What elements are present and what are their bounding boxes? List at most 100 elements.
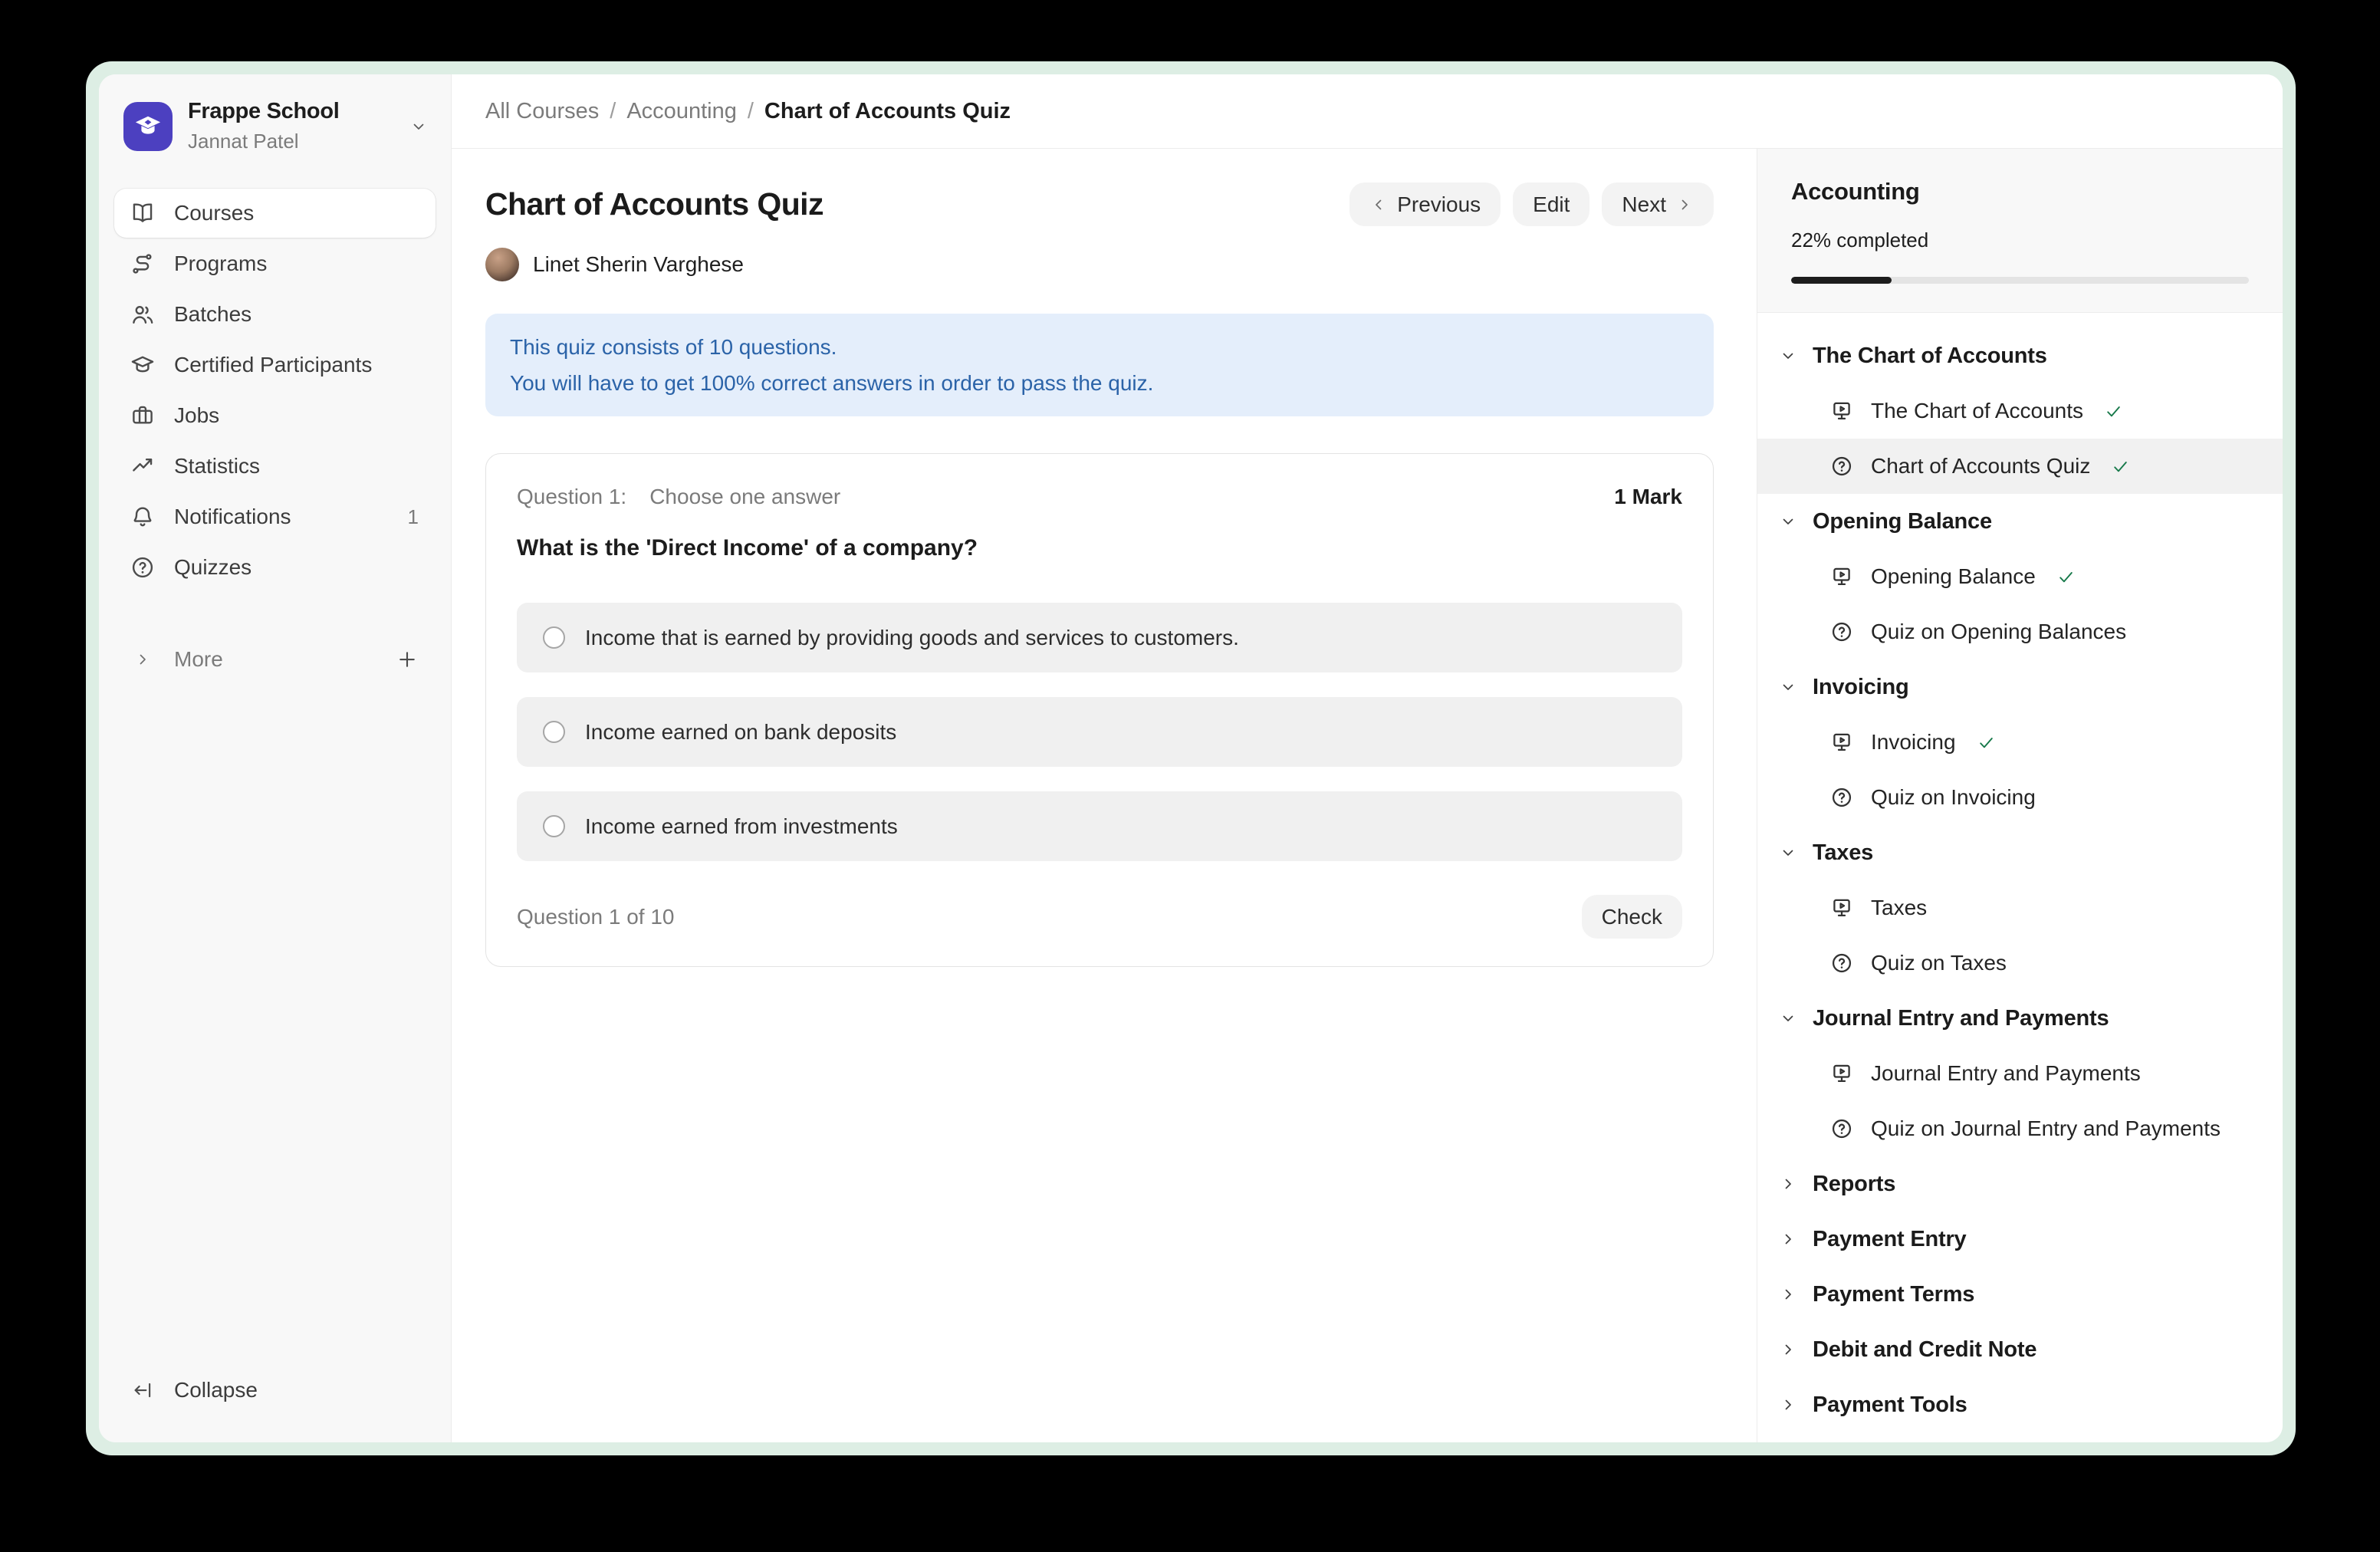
radio-button[interactable] — [543, 721, 565, 743]
user-name: Jannat Patel — [188, 130, 394, 153]
collapse-label: Collapse — [174, 1378, 258, 1402]
sidebar-item-courses[interactable]: Courses — [114, 189, 436, 238]
chevron-down-icon — [409, 117, 428, 136]
previous-button[interactable]: Previous — [1349, 182, 1501, 226]
sidebar-item-jobs[interactable]: Jobs — [114, 391, 436, 440]
sidebar-item-certified-participants[interactable]: Certified Participants — [114, 340, 436, 390]
edit-button[interactable]: Edit — [1513, 182, 1589, 226]
bell-icon — [130, 504, 156, 530]
radio-button[interactable] — [543, 626, 565, 649]
check-icon — [2110, 456, 2131, 477]
outline-section-payment-entry[interactable]: Payment Entry — [1757, 1212, 2283, 1267]
course-outline-panel: Accounting 22% completed The Chart of Ac… — [1757, 149, 2283, 1442]
sidebar-item-quizzes[interactable]: Quizzes — [114, 543, 436, 592]
outline-item-label: Quiz on Taxes — [1871, 951, 2007, 975]
answer-option-3[interactable]: Income earned from investments — [517, 791, 1682, 861]
quiz-icon — [1829, 1116, 1854, 1141]
breadcrumb-link-accounting[interactable]: Accounting — [626, 99, 737, 124]
outline-item-the-chart-of-accounts[interactable]: The Chart of Accounts — [1757, 383, 2283, 439]
app-window: Frappe School Jannat Patel Courses Progr… — [86, 61, 2296, 1455]
next-button[interactable]: Next — [1602, 182, 1714, 226]
outline-section-debit-and-credit-note[interactable]: Debit and Credit Note — [1757, 1322, 2283, 1377]
outline-item-chart-of-accounts-quiz[interactable]: Chart of Accounts Quiz — [1757, 439, 2283, 494]
sidebar-item-notifications[interactable]: Notifications 1 — [114, 492, 436, 541]
sidebar-item-label: Programs — [174, 252, 267, 276]
quiz-icon — [1829, 785, 1854, 810]
outline-section-payment-terms[interactable]: Payment Terms — [1757, 1267, 2283, 1322]
sidebar-item-label: Courses — [174, 201, 254, 225]
outline-section-title: Payment Terms — [1813, 1282, 1974, 1307]
notification-count-badge: 1 — [408, 505, 425, 529]
chevron-right-icon — [1779, 1230, 1797, 1248]
chevron-right-icon — [1779, 1340, 1797, 1359]
sidebar-item-label: Statistics — [174, 454, 260, 478]
sidebar-item-statistics[interactable]: Statistics — [114, 442, 436, 491]
quiz-icon — [1829, 454, 1854, 478]
outline-item-label: Opening Balance — [1871, 564, 2036, 589]
quiz-icon — [1829, 620, 1854, 644]
sidebar-item-label: Jobs — [174, 403, 219, 428]
outline-item-quiz-on-taxes[interactable]: Quiz on Taxes — [1757, 935, 2283, 991]
chevron-right-icon — [1779, 1175, 1797, 1193]
question-text: What is the 'Direct Income' of a company… — [517, 535, 1682, 561]
outline-item-journal-entry-and-payments[interactable]: Journal Entry and Payments — [1757, 1046, 2283, 1101]
outline-item-invoicing[interactable]: Invoicing — [1757, 715, 2283, 770]
answer-option-label: Income that is earned by providing goods… — [585, 626, 1239, 650]
frappe-school-app: Frappe School Jannat Patel Courses Progr… — [99, 74, 2283, 1442]
breadcrumb-link-all-courses[interactable]: All Courses — [485, 99, 599, 124]
outline-section-payment-tools[interactable]: Payment Tools — [1757, 1377, 2283, 1432]
check-icon — [2103, 401, 2124, 422]
outline-item-label: Chart of Accounts Quiz — [1871, 454, 2090, 478]
briefcase-icon — [130, 403, 156, 429]
breadcrumb-current: Chart of Accounts Quiz — [764, 99, 1011, 124]
help-circle-icon — [130, 554, 156, 580]
outline-section-title: Reports — [1813, 1172, 1895, 1197]
main-content: Chart of Accounts Quiz Previous Edit Nex… — [452, 149, 1757, 1442]
chevron-down-icon — [1779, 843, 1797, 862]
outline-item-quiz-on-invoicing[interactable]: Quiz on Invoicing — [1757, 770, 2283, 825]
sidebar-item-batches[interactable]: Batches — [114, 290, 436, 339]
outline-item-label: Quiz on Journal Entry and Payments — [1871, 1116, 2221, 1141]
outline-item-opening-balance[interactable]: Opening Balance — [1757, 549, 2283, 604]
chevron-down-icon — [1779, 678, 1797, 696]
notice-line: You will have to get 100% correct answer… — [510, 365, 1689, 401]
answer-options: Income that is earned by providing goods… — [517, 603, 1682, 861]
collapse-sidebar-button[interactable]: Collapse — [114, 1366, 436, 1415]
chevron-right-icon — [1779, 1396, 1797, 1414]
school-switcher[interactable]: Frappe School Jannat Patel — [114, 94, 436, 158]
quiz-notice: This quiz consists of 10 questions. You … — [485, 314, 1714, 416]
outline-section-the-chart-of-accounts[interactable]: The Chart of Accounts — [1757, 328, 2283, 383]
chevron-down-icon — [1779, 1009, 1797, 1028]
sidebar-item-label: Batches — [174, 302, 251, 327]
outline-item-quiz-on-journal-entry-and-payments[interactable]: Quiz on Journal Entry and Payments — [1757, 1101, 2283, 1156]
outline-section-opening-balance[interactable]: Opening Balance — [1757, 494, 2283, 549]
outline-section-title: Taxes — [1813, 840, 1873, 866]
answer-option-2[interactable]: Income earned on bank deposits — [517, 697, 1682, 767]
sidebar-item-programs[interactable]: Programs — [114, 239, 436, 288]
breadcrumb-separator: / — [610, 99, 616, 124]
sidebar-item-more[interactable]: More — [114, 635, 436, 684]
check-icon — [2056, 567, 2076, 587]
outline-section-journal-entry-and-payments[interactable]: Journal Entry and Payments — [1757, 991, 2283, 1046]
collapse-left-icon — [130, 1379, 156, 1402]
outline-item-taxes[interactable]: Taxes — [1757, 880, 2283, 935]
page-title: Chart of Accounts Quiz — [485, 186, 823, 222]
outline-item-quiz-on-opening-balances[interactable]: Quiz on Opening Balances — [1757, 604, 2283, 659]
answer-option-1[interactable]: Income that is earned by providing goods… — [517, 603, 1682, 672]
question-marks: 1 Mark — [1614, 485, 1682, 509]
frappe-school-logo — [123, 102, 173, 151]
check-icon — [1976, 732, 1997, 753]
video-lesson-icon — [1829, 896, 1854, 920]
plus-icon[interactable] — [396, 648, 425, 671]
outline-section-invoicing[interactable]: Invoicing — [1757, 659, 2283, 715]
radio-button[interactable] — [543, 815, 565, 837]
outline-section-taxes[interactable]: Taxes — [1757, 825, 2283, 880]
chevron-right-icon — [1779, 1285, 1797, 1304]
graduation-cap-icon — [130, 352, 156, 378]
school-name: Frappe School — [188, 99, 340, 123]
chevron-down-icon — [1779, 512, 1797, 531]
check-button[interactable]: Check — [1582, 895, 1682, 939]
chevron-down-icon — [1779, 347, 1797, 365]
outline-section-reports[interactable]: Reports — [1757, 1156, 2283, 1212]
video-lesson-icon — [1829, 564, 1854, 589]
